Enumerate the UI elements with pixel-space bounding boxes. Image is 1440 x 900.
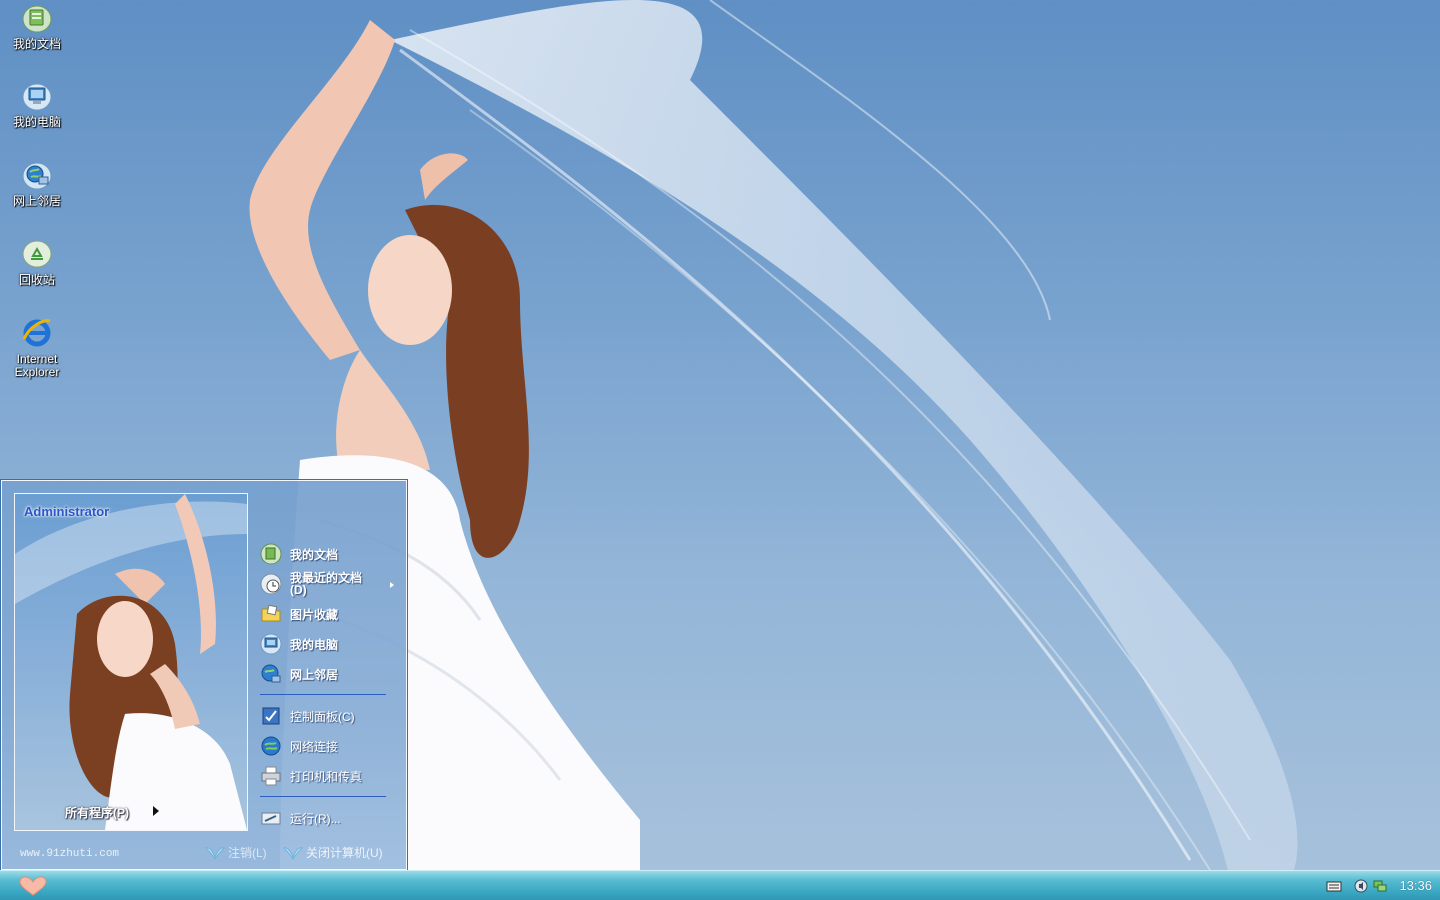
desktop-icon-network-places[interactable]: 网上邻居 (6, 159, 68, 208)
desktop-icon-label: 回收站 (18, 273, 55, 287)
menu-item-my-computer[interactable]: 我的电脑 (260, 629, 400, 659)
menu-item-control-panel[interactable]: 控制面板(C) (260, 701, 400, 731)
keyboard-icon[interactable] (1326, 878, 1342, 894)
heart-wings-icon (283, 846, 303, 860)
network-places-icon (261, 664, 281, 683)
menu-item-my-pictures[interactable]: 图片收藏 (260, 599, 400, 629)
menu-item-network-connections[interactable]: 网络连接 (260, 731, 400, 761)
printer-icon (261, 766, 281, 786)
network-connections-icon (261, 736, 281, 756)
start-menu-portrait (15, 494, 247, 830)
control-panel-icon (262, 707, 280, 725)
menu-item-my-documents[interactable]: 我的文档 (260, 539, 400, 569)
shutdown-button[interactable]: 关闭计算机(U) (282, 844, 383, 861)
menu-item-label: 打印机和传真 (290, 769, 363, 784)
menu-item-recent-documents[interactable]: 我最近的文档 (D) (260, 569, 400, 599)
theme-url: www.91zhuti.com (20, 848, 120, 860)
submenu-arrow-icon (390, 582, 394, 588)
logoff-label: 注销(L) (228, 846, 267, 860)
desktop-icon-internet-explorer[interactable]: Internet Explorer (6, 317, 68, 379)
desktop-icon-my-computer[interactable]: 我的电脑 (6, 80, 68, 129)
taskbar: 13:36 (0, 870, 1440, 900)
desktop-icon-recycle-bin[interactable]: 回收站 (6, 238, 68, 287)
menu-item-label: 网络连接 (290, 739, 339, 754)
network-status-icon[interactable] (1372, 878, 1388, 894)
menu-item-label: 运行(R)... (290, 811, 341, 826)
user-name: Administrator (24, 504, 110, 519)
my-pictures-icon (261, 604, 281, 622)
menu-item-label: 网上邻居 (290, 667, 339, 682)
desktop-icon-label: 我的电脑 (12, 115, 61, 129)
start-menu-right-pane: 我的文档 我最近的文档 (D) 图片收藏 我的电脑 网上邻居 控制面板(C) 网… (260, 539, 400, 833)
menu-item-label: 控制面板(C) (290, 709, 355, 724)
menu-item-label: 我的电脑 (290, 637, 339, 652)
my-documents-icon (260, 543, 282, 565)
all-programs-arrow-icon (153, 806, 159, 816)
heart-start-icon[interactable] (16, 875, 50, 897)
volume-icon[interactable] (1353, 878, 1369, 894)
recent-documents-icon (260, 573, 282, 595)
desktop-icon-label: 我的文档 (12, 37, 61, 51)
run-icon (261, 812, 281, 825)
menu-separator (260, 796, 386, 797)
desktop-icon-my-documents[interactable]: 我的文档 (6, 2, 68, 51)
menu-item-network-places[interactable]: 网上邻居 (260, 659, 400, 689)
clock[interactable]: 13:36 (1399, 878, 1432, 893)
internet-explorer-icon (22, 319, 51, 347)
logoff-button[interactable]: 注销(L) (204, 844, 267, 861)
start-menu: Administrator 所有程序(P) 我的文档 我最近的文档 (D) 图片… (1, 480, 407, 870)
my-computer-icon (22, 83, 52, 111)
start-menu-footer: www.91zhuti.com 注销(L) 关闭计算机(U) (2, 837, 406, 867)
system-tray: 13:36 (1320, 871, 1440, 900)
menu-item-label-line2: (D) (290, 583, 307, 597)
all-programs-button[interactable]: 所有程序(P) (65, 804, 129, 821)
shutdown-label: 关闭计算机(U) (306, 846, 383, 860)
heart-wings-icon (205, 846, 225, 860)
menu-item-run[interactable]: 运行(R)... (260, 803, 400, 833)
wallpaper-veil (390, 0, 1298, 880)
my-documents-icon (22, 5, 52, 33)
menu-item-label: 图片收藏 (290, 607, 339, 622)
my-computer-icon (260, 633, 282, 655)
desktop-icon-label-line2: Explorer (14, 365, 60, 379)
recycle-bin-icon (22, 240, 52, 268)
menu-item-printers[interactable]: 打印机和传真 (260, 761, 400, 791)
start-menu-left-pane: Administrator 所有程序(P) (14, 493, 248, 831)
menu-separator (260, 694, 386, 695)
desktop-icon-label: 网上邻居 (12, 194, 61, 208)
network-places-icon (22, 162, 52, 190)
menu-item-label: 我的文档 (290, 547, 339, 562)
